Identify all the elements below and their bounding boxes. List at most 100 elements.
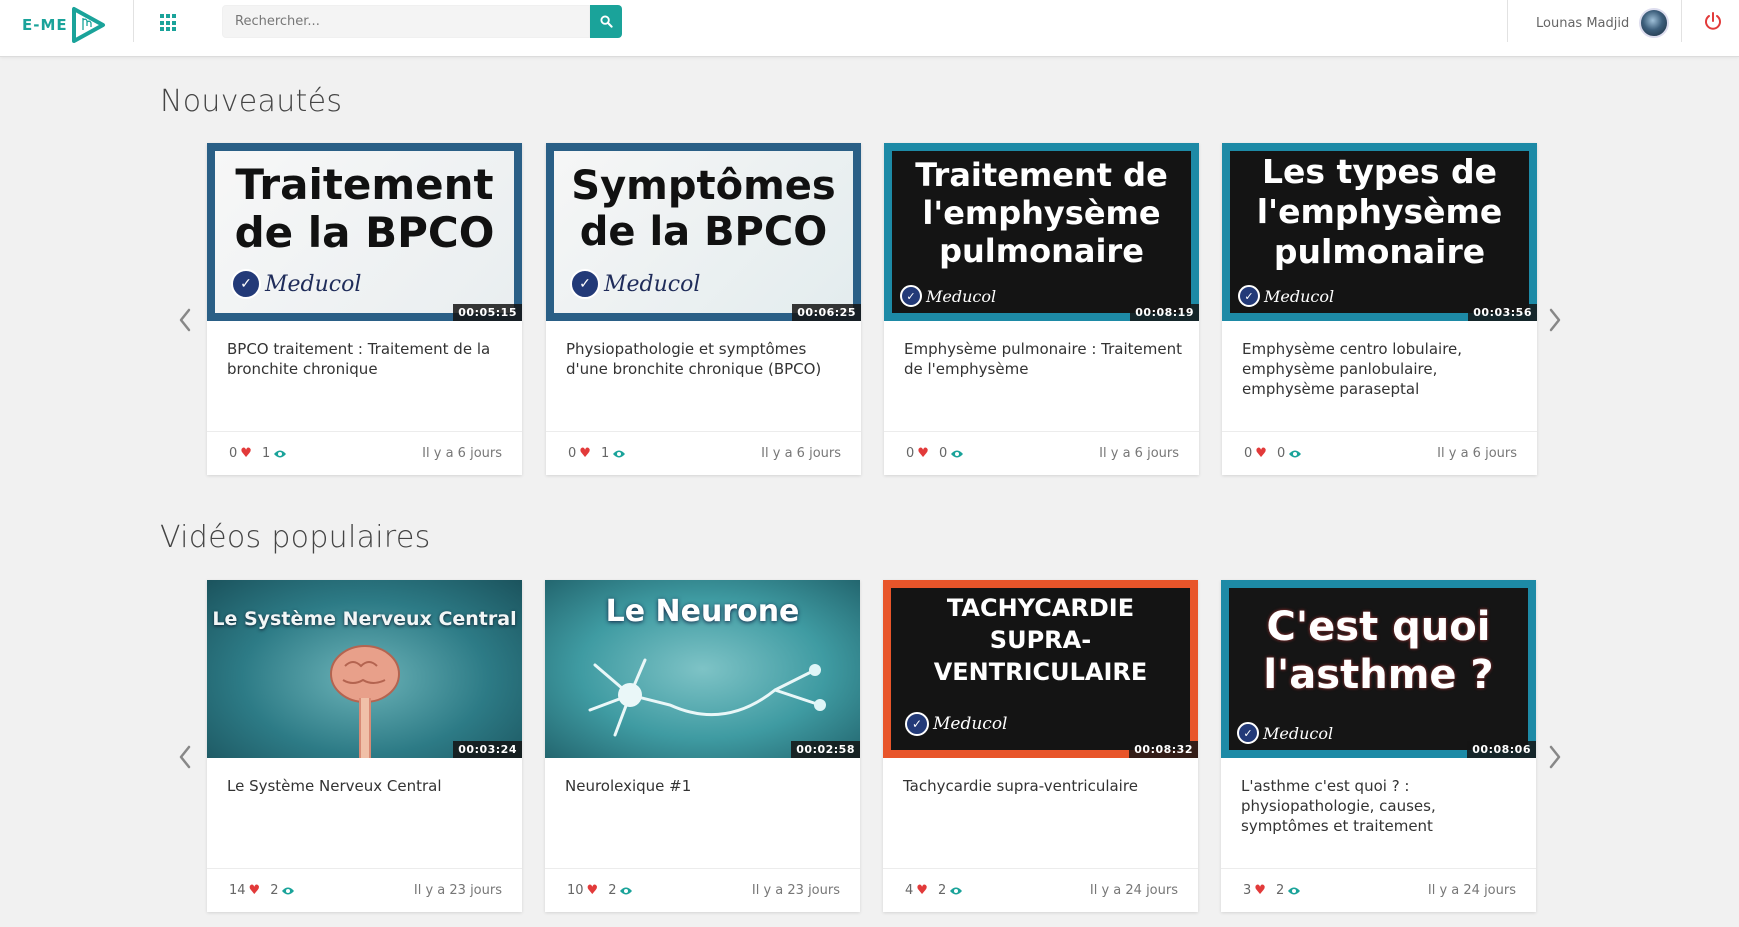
video-card[interactable]: Le Neurone 00:02:58 Neurolexique #1 10 ♥ … [545, 580, 860, 912]
like-count-value: 0 [568, 446, 577, 461]
like-count-value: 0 [906, 446, 915, 461]
card-footer: 0 ♥ 0 Il y a 6 jours [1222, 431, 1537, 475]
video-card[interactable]: Les types de l'emphysème pulmonaire ✓ Med… [1222, 143, 1537, 475]
view-count-value: 2 [1275, 883, 1285, 898]
video-title[interactable]: BPCO traitement : Traitement de la bronc… [227, 339, 507, 379]
meducol-logo: ✓ Meducol [900, 285, 996, 307]
video-thumbnail[interactable]: Le Système Nerveux Central 00:03:24 [207, 580, 522, 758]
video-thumbnail[interactable]: C'est quoi l'asthme ? ✓ Meducol 00:08:06 [1221, 580, 1536, 758]
view-count-value: 0 [938, 446, 948, 461]
search-icon [599, 15, 613, 28]
carousel-next-button[interactable] [1543, 742, 1567, 772]
video-duration: 00:02:58 [791, 741, 860, 758]
like-count[interactable]: 0 ♥ [229, 446, 252, 461]
neuron-illustration [588, 658, 826, 737]
apps-grid-icon[interactable] [160, 14, 178, 32]
video-title[interactable]: Tachycardie supra-ventriculaire [903, 776, 1183, 796]
published-time: Il y a 6 jours [761, 446, 841, 461]
like-count[interactable]: 0 ♥ [906, 446, 929, 461]
video-duration: 00:08:19 [1130, 304, 1199, 321]
thumbnail-caption: pulmonaire [939, 232, 1144, 270]
thumbnail-caption: VENTRICULAIRE [933, 658, 1148, 686]
video-thumbnail[interactable]: Traitement de la BPCO ✓ Meducol 00:05:15 [207, 143, 522, 321]
chevron-left-icon [179, 308, 191, 332]
power-icon[interactable] [1703, 11, 1723, 31]
meducol-logo: ✓ Meducol [231, 269, 361, 299]
carousel-next-button[interactable] [1543, 305, 1567, 335]
meducol-icon: ✓ [231, 269, 261, 299]
video-thumbnail[interactable]: Symptômes de la BPCO ✓ Meducol 00:06:25 [546, 143, 861, 321]
video-card[interactable]: Traitement de l'emphysème pulmonaire ✓ Me… [884, 143, 1199, 475]
user-name: Lounas Madjid [1536, 15, 1630, 31]
like-count[interactable]: 0 ♥ [1244, 446, 1267, 461]
top-navbar: E-ME Lounas Madjid [0, 0, 1739, 57]
eye-icon [613, 450, 626, 457]
header-divider [1507, 0, 1508, 42]
heart-icon: ♥ [916, 883, 928, 898]
video-title[interactable]: Neurolexique #1 [565, 776, 845, 796]
video-duration: 00:05:15 [453, 304, 522, 321]
carousel-prev-button[interactable] [173, 742, 197, 772]
heart-icon: ♥ [1255, 446, 1267, 461]
view-count: 0 [1277, 446, 1302, 461]
video-duration: 00:08:06 [1467, 741, 1536, 758]
meducol-icon: ✓ [1238, 285, 1260, 307]
heart-icon: ♥ [917, 446, 929, 461]
video-card[interactable]: Le Système Nerveux Central 00:03:24 Le S… [207, 580, 522, 912]
carousel-prev-button[interactable] [173, 305, 197, 335]
search-button[interactable] [590, 5, 622, 38]
section-title-new: Nouveautés [160, 84, 343, 119]
view-count: 0 [939, 446, 964, 461]
view-count: 1 [601, 446, 626, 461]
video-title[interactable]: Le Système Nerveux Central [227, 776, 507, 796]
card-footer: 0 ♥ 0 Il y a 6 jours [884, 431, 1199, 475]
video-thumbnail[interactable]: Traitement de l'emphysème pulmonaire ✓ Me… [884, 143, 1199, 321]
card-footer: 3 ♥ 2 Il y a 24 jours [1221, 868, 1536, 912]
video-card[interactable]: C'est quoi l'asthme ? ✓ Meducol 00:08:06 … [1221, 580, 1536, 912]
thumbnail-caption: l'emphysème [1256, 192, 1503, 231]
like-count-value: 0 [1244, 446, 1253, 461]
like-count[interactable]: 14 ♥ [229, 883, 260, 898]
thumbnail-caption: TACHYCARDIE [946, 594, 1135, 622]
search-input[interactable] [222, 5, 590, 38]
chevron-right-icon [1549, 308, 1561, 332]
like-count[interactable]: 10 ♥ [567, 883, 598, 898]
published-time: Il y a 24 jours [1427, 883, 1516, 898]
video-title[interactable]: Physiopathologie et symptômes d'une bron… [566, 339, 846, 379]
video-title[interactable]: L'asthme c'est quoi ? : physiopathologie… [1241, 776, 1521, 836]
published-time: Il y a 6 jours [422, 446, 502, 461]
video-duration: 00:06:25 [792, 304, 861, 321]
like-count[interactable]: 3 ♥ [1243, 883, 1266, 898]
meducol-icon: ✓ [905, 712, 929, 736]
view-count-value: 1 [600, 446, 610, 461]
search-bar [222, 5, 622, 38]
video-card[interactable]: Symptômes de la BPCO ✓ Meducol 00:06:25 P… [546, 143, 861, 475]
like-count[interactable]: 4 ♥ [905, 883, 928, 898]
video-card[interactable]: Traitement de la BPCO ✓ Meducol 00:05:15 … [207, 143, 522, 475]
video-thumbnail[interactable]: Les types de l'emphysème pulmonaire ✓ Med… [1222, 143, 1537, 321]
video-title[interactable]: Emphysème pulmonaire : Traitement de l'e… [904, 339, 1184, 379]
card-footer: 0 ♥ 1 Il y a 6 jours [207, 431, 522, 475]
card-footer: 10 ♥ 2 Il y a 23 jours [545, 868, 860, 912]
view-count-value: 1 [261, 446, 271, 461]
app-logo[interactable]: E-ME [22, 6, 106, 44]
video-thumbnail[interactable]: TACHYCARDIE SUPRA- VENTRICULAIRE ✓ Meduco… [883, 580, 1198, 758]
video-thumbnail[interactable]: Le Neurone 00:02:58 [545, 580, 860, 758]
user-menu[interactable]: Lounas Madjid [1536, 8, 1670, 38]
video-title[interactable]: Emphysème centro lobulaire, emphysème pa… [1242, 339, 1522, 399]
meducol-icon: ✓ [900, 285, 922, 307]
avatar[interactable] [1639, 8, 1670, 38]
like-count[interactable]: 0 ♥ [568, 446, 591, 461]
brand-name: Meducol [933, 714, 1008, 734]
meducol-logo: ✓ Meducol [570, 269, 700, 299]
eye-icon [950, 887, 963, 894]
eye-icon [282, 887, 295, 894]
published-time: Il y a 23 jours [751, 883, 840, 898]
thumbnail-caption: pulmonaire [1273, 232, 1486, 271]
brand-name: Meducol [604, 271, 701, 297]
like-count-value: 3 [1243, 883, 1252, 898]
thumbnail-caption: de la BPCO [234, 208, 495, 257]
like-count-value: 4 [905, 883, 914, 898]
video-card[interactable]: TACHYCARDIE SUPRA- VENTRICULAIRE ✓ Meduco… [883, 580, 1198, 912]
thumbnail-caption: Le Neurone [605, 594, 800, 629]
